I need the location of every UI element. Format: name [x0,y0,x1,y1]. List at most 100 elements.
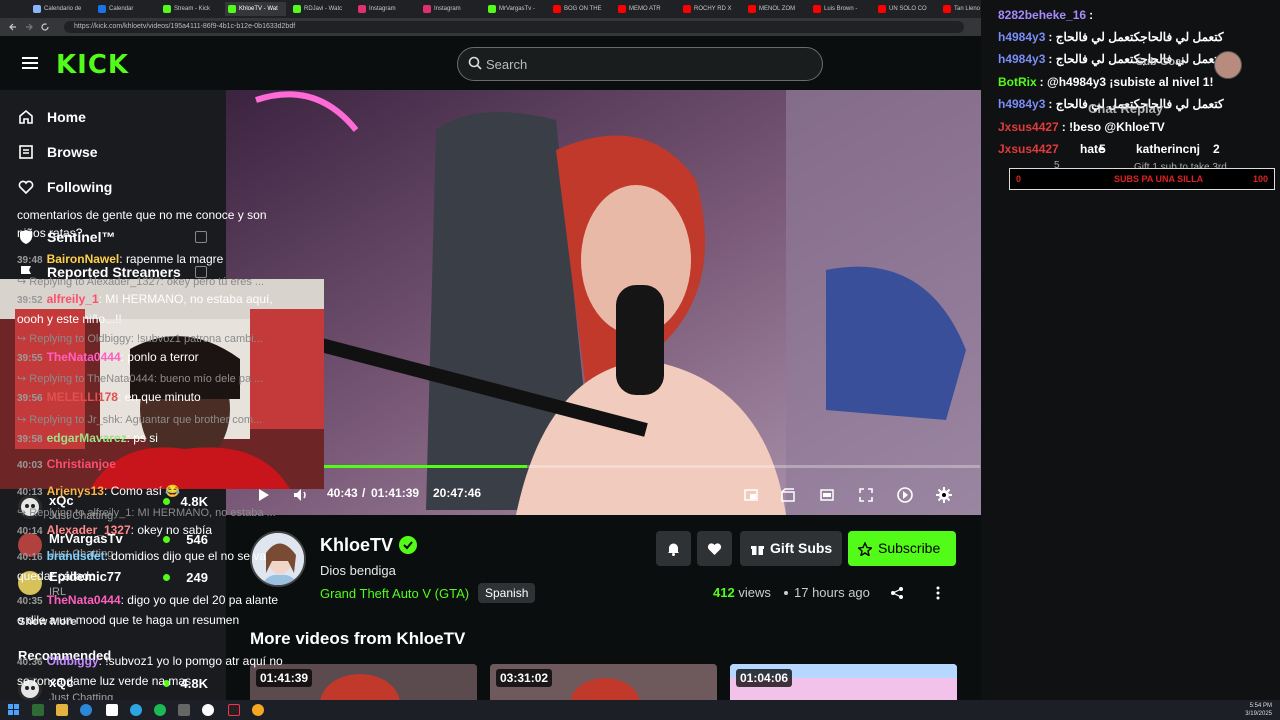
video-duration-badge: 01:04:06 [736,669,793,687]
tab-favicon-icon [748,5,756,13]
browser-tab[interactable]: Luis Brown - [810,2,871,16]
follow-button[interactable] [697,531,732,566]
chat-username[interactable]: Alexader_1327 [47,523,131,537]
video-thumbnail[interactable]: 01:04:06 [730,664,957,700]
tab-title: Stream - Kick [174,6,211,12]
browser-tab[interactable]: Instagram [420,2,481,16]
gift-subs-label: Gift Subs [770,540,833,556]
browser-tab[interactable]: MENOL ZOM [745,2,806,16]
reply-arrow-icon: ↪ [17,414,30,426]
volume-icon[interactable] [293,488,309,502]
taskbar-app-icon[interactable] [178,704,190,716]
browser-tab[interactable]: ROCHY RD X [680,2,741,16]
tab-title: Tan Lleno - [954,6,984,12]
browser-tab[interactable]: RDJavi - Watc [290,2,351,16]
browser-tab[interactable]: Calendar [95,2,156,16]
taskbar-app-icon[interactable] [106,704,118,716]
video-progress-bar[interactable] [324,465,980,468]
edge-icon[interactable] [80,704,92,716]
settings-gear-icon[interactable] [935,486,953,504]
chrome-icon[interactable] [202,704,214,716]
chat-message: 39:58 edgarMavarez: ps si [17,429,283,449]
chat-username[interactable]: TheNata0444 [47,350,121,364]
reply-arrow-icon: ↪ [17,507,30,519]
chat-username[interactable]: BaironNawel [47,252,120,266]
browser-tab[interactable]: MEMO ATR [615,2,676,16]
browser-tab[interactable]: Stream - Kick [160,2,221,16]
chat-replay-label: Chat Replay [1088,101,1164,116]
verified-badge-icon [399,536,417,554]
reply-text: Replying to alfreily_1: MI HERMANO, no e… [29,507,276,519]
tab-favicon-icon [423,5,431,13]
channel-name[interactable]: KhloeTV [320,535,393,556]
tab-title: RDJavi - Watc [304,6,343,12]
browser-tab[interactable]: Calendario de [30,2,91,16]
overlay-message-text: : [1089,8,1094,22]
chat-reply-context: ↪ Replying to alfreily_1: MI HERMANO, no… [17,506,283,519]
spotify-icon[interactable] [154,704,166,716]
search-input[interactable]: Search [457,47,823,81]
miniplayer-icon[interactable] [744,488,758,502]
chat-username[interactable]: Arjenys13 [47,484,104,498]
chat-username[interactable]: Oldbiggy [47,654,99,668]
chat-username[interactable]: MELELLI178 [47,390,118,404]
notification-button[interactable] [656,531,691,566]
browser-tab[interactable]: KhloeTV - Wat [225,2,286,16]
kick-logo[interactable]: KICK [56,50,129,80]
video-player[interactable] [226,90,981,515]
tiktok-icon[interactable] [228,704,240,716]
chat-timestamp: 39:55 [17,353,43,364]
speed-icon[interactable] [896,486,914,504]
view-count-label: views [738,585,771,600]
tab-favicon-icon [553,5,561,13]
chat-message-text: rapenme la magre [125,252,224,266]
subscribe-button[interactable]: Subscribe [848,531,956,566]
chat-username[interactable]: edgarMavarez [47,431,127,445]
clip-icon[interactable] [781,488,795,502]
subscribe-label: Subscribe [878,540,941,556]
os-taskbar: 5:54 PM 3/19/2025 [0,700,1280,720]
browser-tab[interactable]: MrVargasTv - [485,2,546,16]
tab-favicon-icon [813,5,821,13]
chat-username[interactable]: TheNata0444 [47,593,121,607]
sub-goal-label: Sub Goal [1136,56,1185,68]
reload-icon[interactable] [40,22,50,32]
tab-favicon-icon [98,5,106,13]
file-explorer-icon[interactable] [56,704,68,716]
video-thumbnail[interactable]: 01:41:39 [250,664,477,700]
chat-username[interactable]: brandsdet [47,549,105,563]
menu-icon[interactable] [22,57,38,69]
url-field[interactable]: https://kick.com/khloetv/videos/195a4111… [64,21,964,33]
back-icon[interactable] [8,22,18,32]
video-category-link[interactable]: Grand Theft Auto V (GTA) [320,586,469,601]
system-clock[interactable]: 5:54 PM 3/19/2025 [1245,702,1272,718]
chat-username[interactable]: Christianjoe [47,457,116,471]
chat-timestamp: 40:36 [17,657,43,668]
chat-message: 39:48 BaironNawel: rapenme la magre [17,250,283,270]
chat-username[interactable]: alfreily_1 [47,292,99,306]
fullscreen-icon[interactable] [859,488,873,502]
taskbar-app-icon[interactable] [32,704,44,716]
overlay-chat-line: Jxsus4427 [998,142,1062,156]
theater-mode-icon[interactable] [820,488,834,502]
browser-tab[interactable]: BOG ON THE [550,2,611,16]
browser-tab[interactable]: Instagram [355,2,416,16]
video-thumbnail[interactable]: 03:31:02 [490,664,717,700]
chat-message-text: en que minuto [124,390,201,404]
telegram-icon[interactable] [130,704,142,716]
start-icon[interactable] [8,704,20,716]
taskbar-app-icon[interactable] [252,704,264,716]
overlay-username: BotRix [998,75,1037,89]
video-title: Dios bendiga [320,563,396,578]
language-tag[interactable]: Spanish [478,583,536,603]
more-options-icon[interactable] [935,586,941,600]
chat-timestamp: 40:14 [17,526,43,537]
gift-subs-button[interactable]: Gift Subs [740,531,842,566]
chat-reply-context: ↪ Replying to TheNata0444: bueno mío del… [17,372,283,385]
overlay-username: h4984y3 [998,97,1046,111]
user-avatar[interactable] [1214,51,1242,79]
share-icon[interactable] [890,586,904,600]
browser-tab[interactable]: UN SOLO CO [875,2,936,16]
chat-message: 40:16 brandsdet: domidios dijo que el no … [17,547,283,585]
forward-icon[interactable] [24,22,34,32]
